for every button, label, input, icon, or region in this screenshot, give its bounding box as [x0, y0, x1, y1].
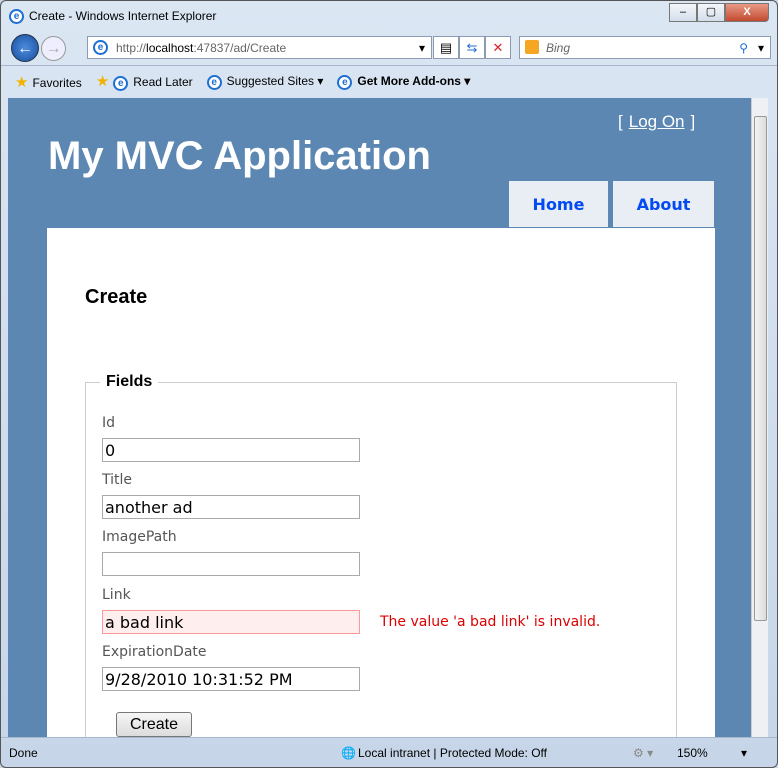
compatibility-view-button[interactable]: ▤ — [433, 36, 459, 59]
fields-fieldset: Fields Id 0 Title another ad ImagePath L… — [85, 373, 677, 737]
fav-item-get-addons[interactable]: e Get More Add-ons ▾ — [337, 74, 470, 90]
ie-icon: e — [93, 40, 108, 55]
label-title: Title — [102, 472, 133, 488]
id-input[interactable]: 0 — [102, 438, 360, 462]
fav-label: Get More Add-ons ▾ — [357, 73, 471, 88]
browser-window: e Create - Windows Internet Explorer – ▢… — [0, 0, 778, 768]
favorites-button[interactable]: ★ Favorites — [15, 73, 82, 91]
logon-area: [ Log On] — [618, 112, 695, 132]
label-id: Id — [102, 415, 116, 431]
zoom-level[interactable]: 150% — [677, 746, 708, 760]
tab-home[interactable]: Home — [509, 181, 608, 227]
globe-icon: 🌐 — [341, 745, 356, 760]
bing-icon — [525, 40, 539, 54]
link-error-message: The value 'a bad link' is invalid. — [380, 614, 601, 630]
bracket: ] — [690, 112, 696, 131]
expirationdate-input[interactable]: 9/28/2010 10:31:52 PM — [102, 667, 360, 691]
fav-item-read-later[interactable]: ★ e Read Later — [96, 72, 193, 91]
vertical-scrollbar[interactable] — [751, 98, 768, 737]
maximize-button[interactable]: ▢ — [697, 3, 725, 22]
search-input[interactable]: Bing ⚲ ▾ — [519, 36, 771, 59]
address-bar[interactable]: e http://localhost:47837/ad/Create ▾ — [87, 36, 432, 59]
ie-icon: e — [206, 74, 222, 90]
close-button[interactable]: X — [725, 3, 769, 22]
page-heading: Create — [85, 286, 148, 308]
url-prefix: http:// — [116, 41, 147, 55]
link-input[interactable]: a bad link — [102, 610, 360, 634]
title-input[interactable]: another ad — [102, 495, 360, 519]
search-dropdown-icon[interactable]: ▾ — [758, 41, 764, 55]
stop-button[interactable]: ✕ — [485, 36, 511, 59]
fieldset-legend: Fields — [106, 373, 153, 390]
protected-mode-icon[interactable]: ⚙ ▾ — [633, 746, 653, 760]
address-dropdown-icon[interactable]: ▾ — [419, 41, 425, 55]
bracket: [ — [618, 112, 623, 131]
ie-icon: e — [9, 8, 24, 24]
main-content: Create Fields Id 0 Title another ad Imag… — [47, 228, 715, 737]
search-icon[interactable]: ⚲ — [739, 41, 748, 55]
url-host: localhost — [146, 41, 194, 55]
back-button[interactable]: ← — [11, 34, 39, 62]
tab-about[interactable]: About — [613, 181, 714, 227]
status-bar: Done 🌐 Local intranet | Protected Mode: … — [1, 737, 777, 767]
star-icon: ★ — [15, 73, 29, 91]
page-viewport: [ Log On] My MVC Application Home About C… — [8, 98, 768, 737]
scrollbar-thumb[interactable] — [754, 116, 767, 621]
zoom-dropdown-icon[interactable]: ▾ — [741, 746, 747, 760]
security-zone: Local intranet | Protected Mode: Off — [358, 745, 547, 760]
status-text: Done — [9, 745, 38, 760]
favorites-bar: ★ Favorites ★ e Read Later e Suggested Sites… — [1, 65, 777, 97]
app-title: My MVC Application — [48, 134, 431, 178]
fav-label: Suggested Sites ▾ — [226, 73, 324, 88]
create-button[interactable]: Create — [116, 712, 192, 737]
url-path: :47837/ad/Create — [193, 41, 287, 55]
window-title: Create - Windows Internet Explorer — [29, 9, 217, 23]
ie-icon: e — [113, 76, 129, 91]
label-imagepath: ImagePath — [102, 529, 177, 545]
label-link: Link — [102, 587, 131, 603]
label-expirationdate: ExpirationDate — [102, 644, 207, 660]
minimize-button[interactable]: – — [669, 3, 697, 22]
title-bar: e Create - Windows Internet Explorer – ▢… — [1, 1, 777, 31]
imagepath-input[interactable] — [102, 552, 360, 576]
search-placeholder: Bing — [546, 41, 571, 55]
fav-item-suggested-sites[interactable]: e Suggested Sites ▾ — [206, 73, 324, 90]
link-row: a bad link The value 'a bad link' is inva… — [102, 610, 600, 634]
ie-icon: e — [337, 74, 353, 90]
logon-link[interactable]: Log On — [629, 112, 685, 131]
add-favorite-icon: ★ — [95, 73, 110, 90]
fav-label: Read Later — [133, 75, 193, 89]
forward-button[interactable]: → — [41, 36, 66, 61]
refresh-button[interactable]: ⇆ — [459, 36, 485, 59]
favorites-label: Favorites — [32, 75, 82, 90]
navigation-bar: ← → e http://localhost:47837/ad/Create ▾ ▤… — [1, 31, 777, 65]
